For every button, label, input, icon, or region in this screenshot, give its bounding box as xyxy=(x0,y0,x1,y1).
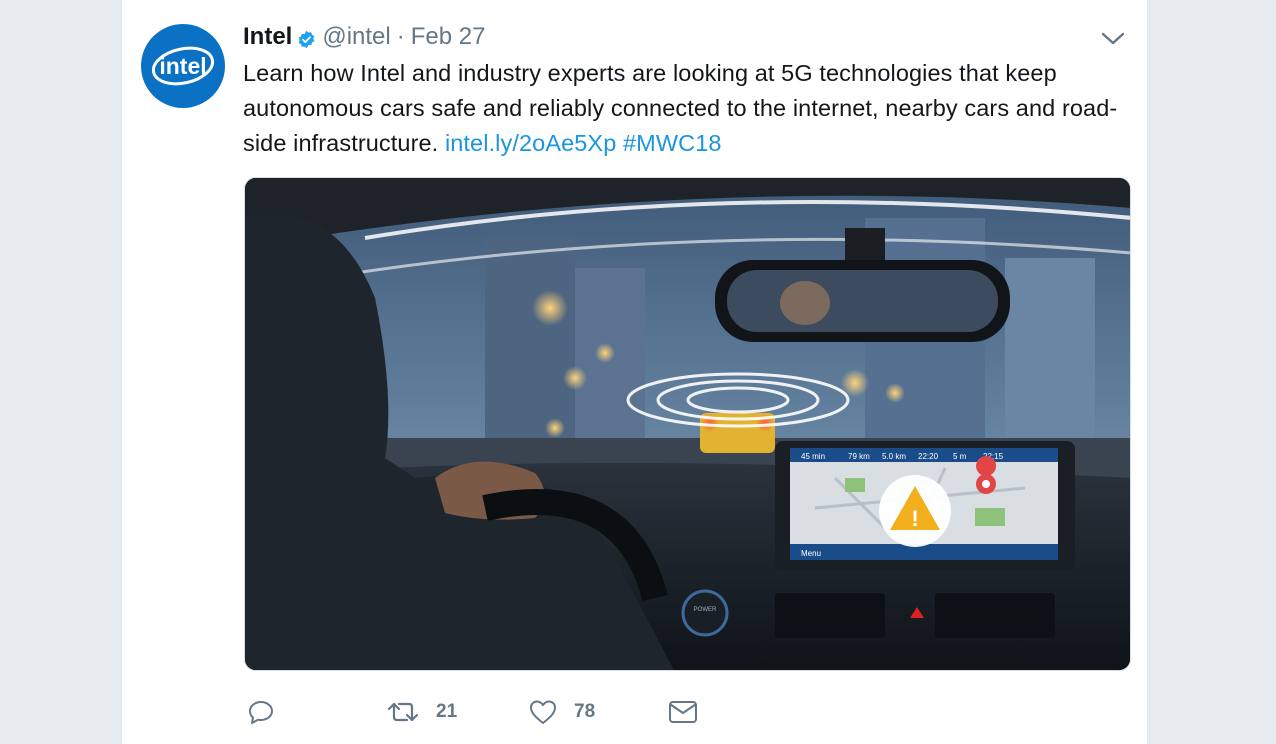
like-count: 78 xyxy=(574,701,596,722)
screen-label-5: 5 m xyxy=(953,452,967,461)
tweet-header: Intel @intel · Feb 27 xyxy=(243,22,485,52)
hashtag-link[interactable]: #MWC18 xyxy=(623,130,722,156)
screen-label-4: 22:20 xyxy=(918,452,939,461)
avatar-logo-text: intel xyxy=(159,53,206,79)
author-handle[interactable]: @intel xyxy=(322,23,390,51)
car-interior-illustration: 45 min 79 km 5.0 km 22:20 5 m 22:15 Menu… xyxy=(245,178,1130,670)
reply-icon xyxy=(249,701,273,724)
direct-message-button[interactable] xyxy=(667,695,699,729)
svg-text:!: ! xyxy=(911,506,918,531)
power-button-label: POWER xyxy=(694,607,717,613)
screen-menu-label: Menu xyxy=(801,549,821,558)
separator: · xyxy=(396,23,405,50)
envelope-icon xyxy=(669,701,697,723)
screen-label-2: 79 km xyxy=(848,452,870,461)
verified-badge-icon xyxy=(297,28,316,48)
tweet-card: intel Intel @intel · Feb 27 Learn how In… xyxy=(121,0,1148,744)
heart-icon xyxy=(530,700,556,724)
avatar[interactable]: intel xyxy=(141,24,225,108)
like-button[interactable]: 78 xyxy=(528,695,595,729)
chevron-down-icon[interactable] xyxy=(1100,28,1126,48)
retweet-icon xyxy=(387,702,419,722)
tweet-date[interactable]: Feb 27 xyxy=(411,23,486,51)
tweet-actions: 21 78 xyxy=(246,695,946,729)
screen-label-3: 5.0 km xyxy=(882,452,906,461)
retweet-count: 21 xyxy=(436,701,458,722)
reply-button[interactable] xyxy=(246,695,276,729)
intel-logo-icon: intel xyxy=(151,46,215,86)
tweet-link[interactable]: intel.ly/2oAe5Xp xyxy=(445,130,616,156)
screen-label-1: 45 min xyxy=(801,452,825,461)
retweet-button[interactable]: 21 xyxy=(386,695,457,729)
tweet-text: Learn how Intel and industry experts are… xyxy=(243,56,1123,161)
author-name[interactable]: Intel xyxy=(243,23,292,51)
tweet-media-image[interactable]: 45 min 79 km 5.0 km 22:20 5 m 22:15 Menu… xyxy=(244,177,1131,671)
